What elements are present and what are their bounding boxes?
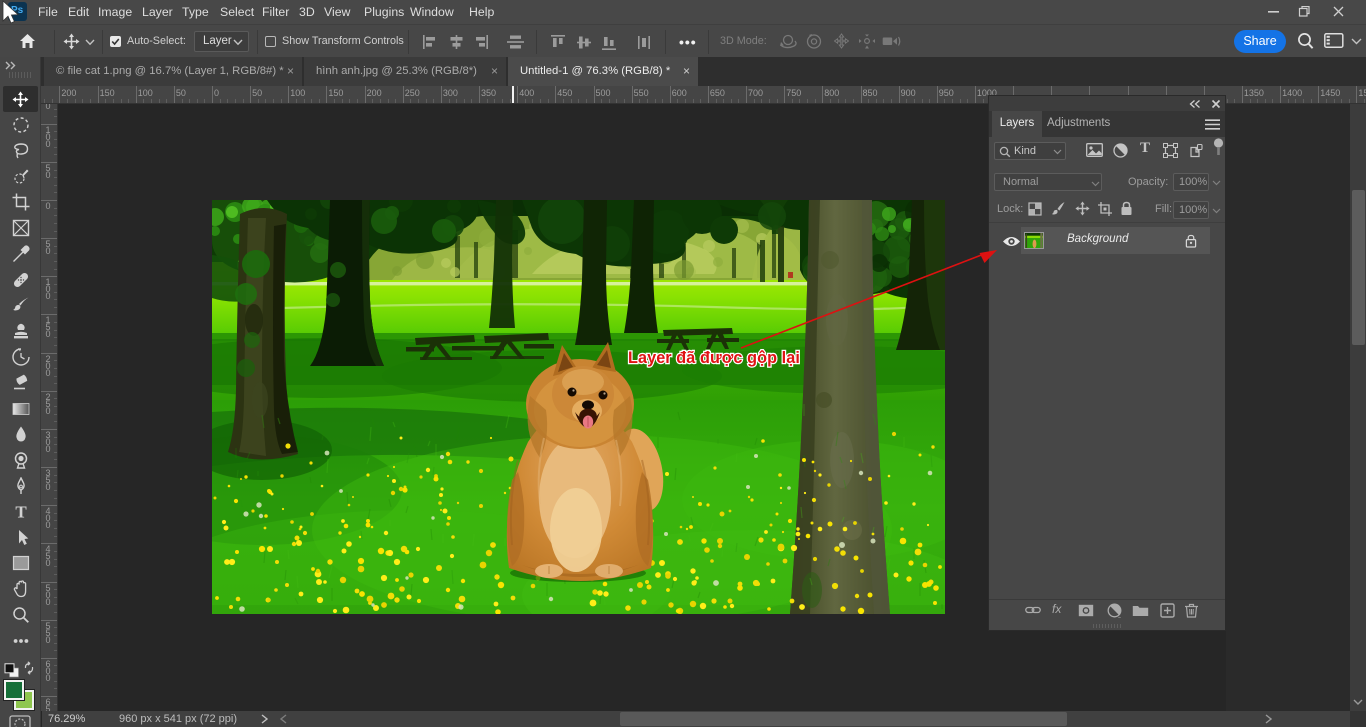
svg-text:T: T — [15, 503, 27, 521]
svg-text:Layer đã được gộp lại: Layer đã được gộp lại — [628, 349, 800, 367]
